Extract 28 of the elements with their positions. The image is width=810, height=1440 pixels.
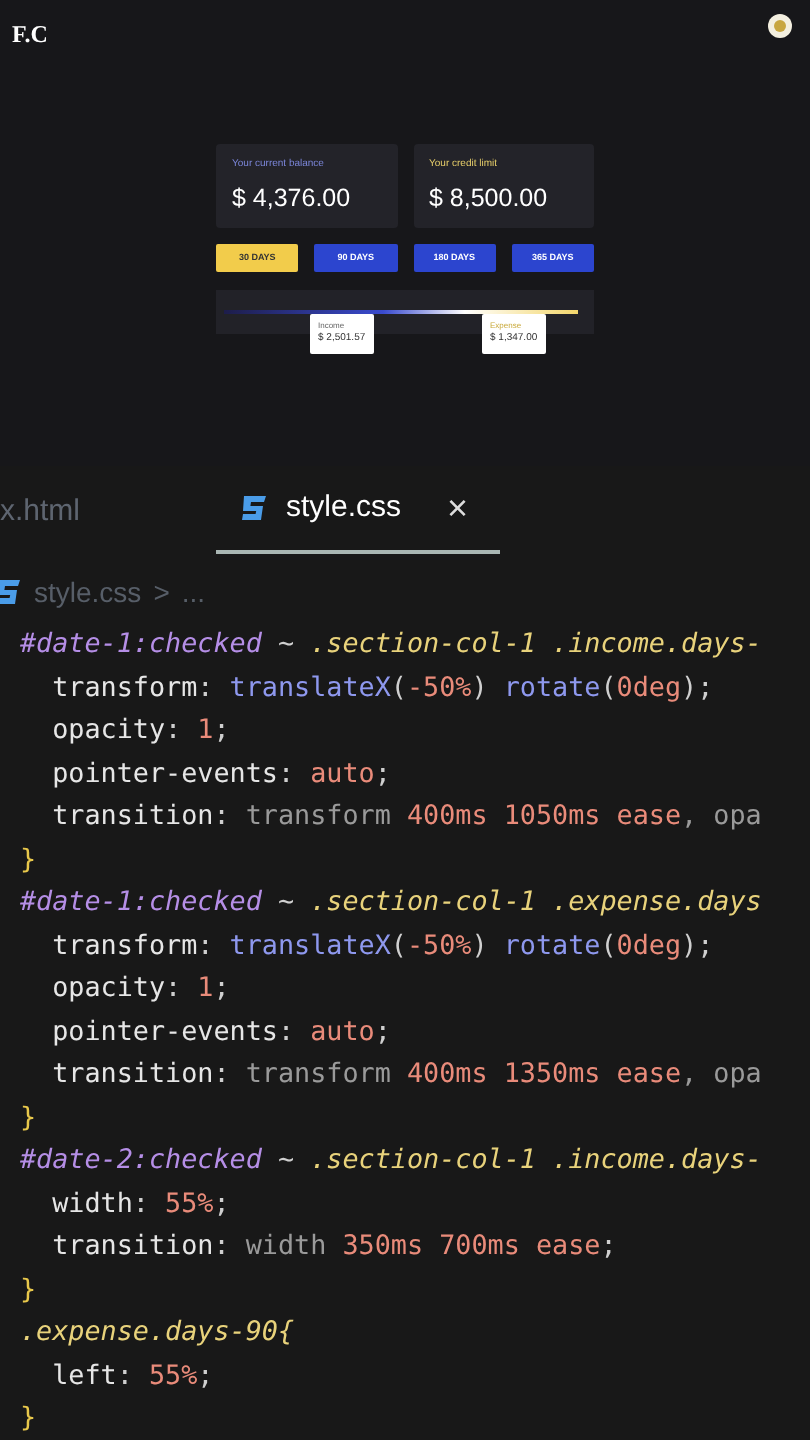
breadcrumb-separator: > — [153, 573, 170, 611]
card-amount: $ 8,500.00 — [429, 181, 550, 215]
code-line: transform: translateX(-50%) rotate(0deg); — [50, 671, 716, 707]
code-line: .expense.days-90{ — [20, 1316, 297, 1352]
code-line: } — [20, 1402, 39, 1438]
code-line: opacity: 1; — [50, 972, 232, 1008]
code-line: left: 55%; — [50, 1359, 216, 1395]
code-line: transition: transform 400ms 1350ms ease, opa — [50, 1058, 764, 1094]
code-line: #date-1:checked ~ .section-col-1 .income.days- — [20, 628, 764, 664]
code-line: transition: transform 400ms 1050ms ease, opa — [50, 800, 764, 836]
css-file-icon — [240, 493, 269, 522]
logo[interactable]: F.C — [12, 16, 798, 52]
code-line: #date-2:checked ~ .section-col-1 .income.days- — [20, 1144, 764, 1180]
editor-tab[interactable]: style.css × — [216, 485, 501, 554]
code-line: transition: width 350ms 700ms ease; — [50, 1230, 619, 1266]
code-line: transform: translateX(-50%) rotate(0deg); — [50, 929, 716, 965]
theme-toggle-icon[interactable] — [768, 14, 792, 38]
card-amount: $ 4,376.00 — [232, 181, 353, 215]
close-button[interactable]: × — [447, 489, 469, 526]
code-line: pointer-events: auto; — [50, 757, 393, 793]
code-line: pointer-events: auto; — [50, 1015, 393, 1051]
code-line: #date-1:checked ~ .section-col-1 .expense.days — [20, 886, 764, 922]
code-line: opacity: 1; — [50, 714, 232, 750]
code-line: width: 55%; — [50, 1187, 232, 1223]
code-line: } — [20, 1101, 39, 1137]
code-line: } — [20, 1273, 39, 1309]
code-line: } — [20, 843, 39, 879]
css-file-icon — [0, 578, 22, 606]
